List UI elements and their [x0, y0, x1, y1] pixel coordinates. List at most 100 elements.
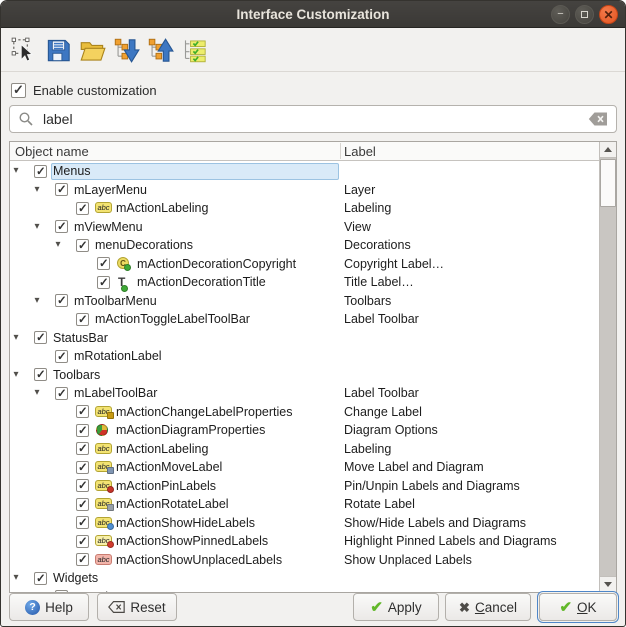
expand-arrow-icon[interactable]: ▾ [10, 329, 22, 348]
expand-arrow-icon[interactable]: ▾ [31, 384, 43, 403]
object-label: View [344, 218, 371, 237]
tree-row[interactable]: CmActionDecorationCopyrightCopyright Lab… [10, 255, 599, 274]
tree-row[interactable]: abcmActionChangeLabelPropertiesChange La… [10, 403, 599, 422]
row-checkbox[interactable] [76, 461, 89, 474]
expand-arrow-icon[interactable]: ▾ [10, 569, 22, 588]
row-checkbox[interactable] [76, 535, 89, 548]
expand-arrow-icon[interactable]: ▾ [52, 236, 64, 255]
row-checkbox[interactable] [97, 276, 110, 289]
tree-row[interactable]: ▾menuDecorationsDecorations [10, 236, 599, 255]
close-button[interactable]: ✕ [599, 5, 618, 24]
cancel-button[interactable]: ✖ Cancel [445, 593, 531, 621]
load-customization-button[interactable] [77, 34, 107, 66]
export-to-file-button[interactable] [145, 34, 175, 66]
object-label: Show Unplaced Labels [344, 551, 472, 570]
tree-row[interactable]: mActionDiagramPropertiesDiagram Options [10, 421, 599, 440]
tree-row[interactable]: abcmActionMoveLabelMove Label and Diagra… [10, 458, 599, 477]
minimize-button[interactable]: − [551, 5, 570, 24]
column-divider[interactable] [340, 143, 341, 159]
object-label: Title Label… [344, 273, 414, 292]
titlebar[interactable]: Interface Customization − ✕ [1, 1, 625, 28]
expand-arrow-icon[interactable]: ▾ [31, 292, 43, 311]
tree-row[interactable]: mRotationLabel [10, 347, 599, 366]
row-checkbox[interactable] [76, 553, 89, 566]
tree-row[interactable]: ▾Toolbars [10, 366, 599, 385]
tree-row[interactable]: ▾ Menus [10, 162, 599, 181]
search-input[interactable] [41, 110, 581, 128]
expand-arrow-icon[interactable]: ▾ [31, 218, 43, 237]
column-header-label[interactable]: Label [344, 142, 376, 161]
tree-row[interactable]: ▾mLabelToolBarLabel Toolbar [10, 384, 599, 403]
row-checkbox[interactable] [34, 331, 47, 344]
tree-row[interactable]: abcmActionShowPinnedLabelsHighlight Pinn… [10, 532, 599, 551]
import-from-file-button[interactable] [111, 34, 141, 66]
tree-row[interactable]: TmActionDecorationTitleTitle Label… [10, 273, 599, 292]
expand-arrow-icon[interactable]: ▾ [10, 366, 22, 385]
maximize-button[interactable] [575, 5, 594, 24]
row-checkbox[interactable] [76, 442, 89, 455]
arrow-down-tree-icon [113, 37, 140, 64]
row-checkbox[interactable] [76, 479, 89, 492]
minimize-icon: − [552, 6, 569, 23]
row-checkbox[interactable] [55, 590, 68, 592]
row-checkbox[interactable] [55, 183, 68, 196]
row-checkbox[interactable] [34, 368, 47, 381]
row-checkbox[interactable] [76, 313, 89, 326]
object-name: mActionChangeLabelProperties [116, 403, 293, 422]
row-checkbox[interactable] [76, 405, 89, 418]
scroll-up-button[interactable] [600, 142, 616, 158]
reset-button[interactable]: Reset [97, 593, 177, 621]
labeling-icon: abc [95, 202, 113, 215]
tree-row[interactable]: ▾StatusBar [10, 329, 599, 348]
object-name: mActionShowHideLabels [116, 514, 255, 533]
tree-row[interactable]: ▾mToolbarMenuToolbars [10, 292, 599, 311]
expand-arrow-icon[interactable]: ▾ [31, 588, 43, 593]
expand-arrow-icon[interactable]: ▾ [10, 162, 22, 181]
arrow-up-tree-icon [147, 37, 174, 64]
save-customization-button[interactable] [43, 34, 73, 66]
tree-header[interactable]: Object name Label [10, 142, 599, 161]
row-checkbox[interactable] [55, 350, 68, 363]
object-name: mActionDecorationCopyright [137, 255, 296, 274]
tree-row[interactable]: mActionToggleLabelToolBarLabel Toolbar [10, 310, 599, 329]
row-checkbox[interactable] [55, 220, 68, 233]
row-checkbox[interactable] [34, 165, 47, 178]
clear-backspace-icon[interactable] [588, 112, 608, 126]
selection-highlight [51, 163, 339, 181]
row-checkbox[interactable] [76, 498, 89, 511]
scrollbar-thumb[interactable] [600, 159, 616, 207]
row-checkbox[interactable] [76, 239, 89, 252]
tree-row[interactable]: abcmActionShowUnplacedLabelsShow Unplace… [10, 551, 599, 570]
search-box[interactable] [9, 105, 617, 133]
scroll-down-button[interactable] [600, 576, 616, 592]
tree-row[interactable]: ▾QgsAbout [10, 588, 599, 593]
apply-check-icon: ✔ [370, 600, 383, 615]
enable-customization-row: Enable customization [11, 81, 157, 99]
vertical-scrollbar[interactable] [599, 142, 616, 592]
tree-row[interactable]: abcmActionRotateLabelRotate Label [10, 495, 599, 514]
expand-check-all-button[interactable] [179, 34, 209, 66]
tree-row[interactable]: abcmActionPinLabelsPin/Unpin Labels and … [10, 477, 599, 496]
apply-button[interactable]: ✔ Apply [353, 593, 439, 621]
tree-row[interactable]: ▾Widgets [10, 569, 599, 588]
tree-row[interactable]: ▾mViewMenuView [10, 218, 599, 237]
row-checkbox[interactable] [76, 516, 89, 529]
row-checkbox[interactable] [76, 202, 89, 215]
ok-button[interactable]: ✔ OK [539, 593, 617, 621]
switch-to-catching-widgets-button[interactable] [9, 34, 39, 66]
row-checkbox[interactable] [55, 294, 68, 307]
row-checkbox[interactable] [97, 257, 110, 270]
enable-customization-checkbox[interactable] [11, 83, 26, 98]
row-checkbox[interactable] [34, 572, 47, 585]
object-name: mToolbarMenu [74, 292, 157, 311]
tree-row[interactable]: abcmActionLabelingLabeling [10, 440, 599, 459]
tree-row[interactable]: abcmActionLabelingLabeling [10, 199, 599, 218]
row-checkbox[interactable] [76, 424, 89, 437]
tree-row[interactable]: ▾mLayerMenuLayer [10, 181, 599, 200]
column-header-object-name[interactable]: Object name [15, 142, 89, 161]
row-checkbox[interactable] [55, 387, 68, 400]
tree-row[interactable]: abcmActionShowHideLabelsShow/Hide Labels… [10, 514, 599, 533]
object-name: Menus [53, 162, 91, 181]
help-button[interactable]: ? Help [9, 593, 89, 621]
expand-arrow-icon[interactable]: ▾ [31, 181, 43, 200]
